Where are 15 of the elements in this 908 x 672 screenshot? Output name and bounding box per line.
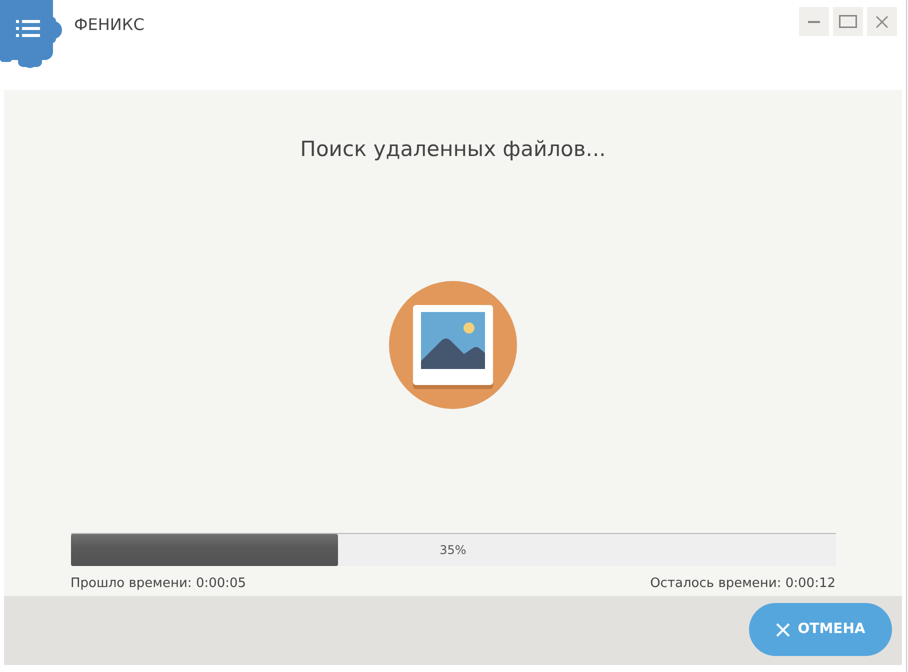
close-icon xyxy=(876,16,888,28)
cancel-button[interactable]: ОТМЕНА xyxy=(749,603,892,656)
gear-list-icon[interactable] xyxy=(0,0,64,68)
minimize-icon xyxy=(808,20,820,22)
window-title: ФЕНИКС xyxy=(74,14,144,36)
close-icon xyxy=(776,622,790,636)
remaining-time: Осталось времени: 0:00:12 xyxy=(650,575,836,593)
picture-icon xyxy=(389,281,517,409)
minimize-button[interactable] xyxy=(799,7,829,36)
elapsed-time: Прошло времени: 0:00:05 xyxy=(70,575,246,593)
maximize-icon xyxy=(839,15,857,28)
progress-percent: 35% xyxy=(440,542,466,558)
status-heading: Поиск удаленных файлов... xyxy=(300,136,606,163)
close-button[interactable] xyxy=(867,7,897,36)
maximize-button[interactable] xyxy=(833,7,863,36)
